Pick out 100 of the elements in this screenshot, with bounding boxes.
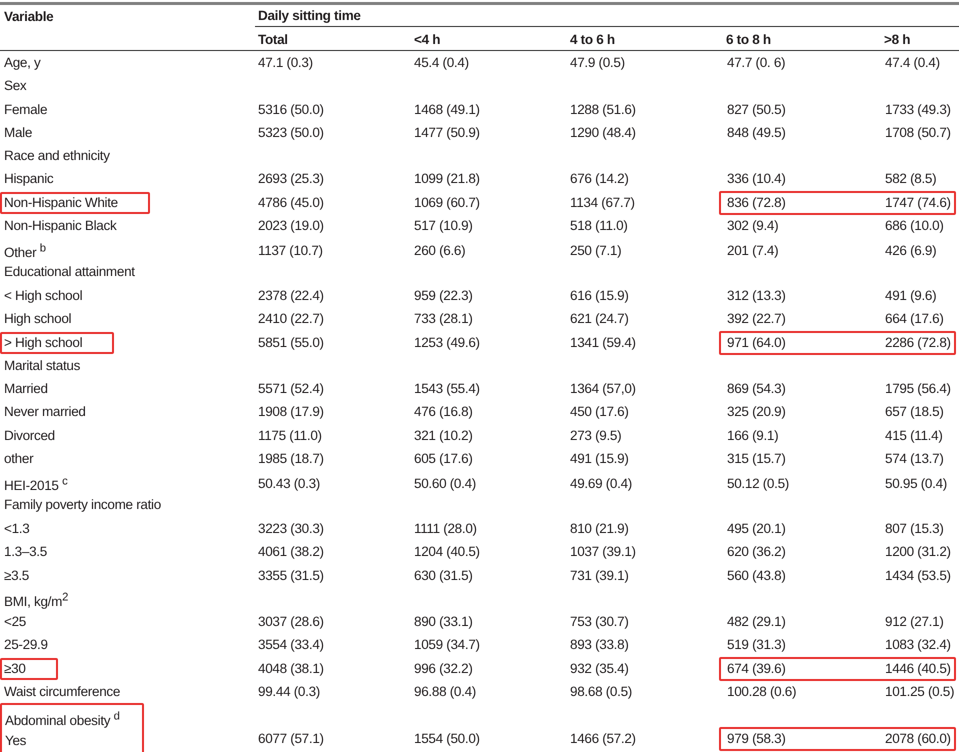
table-cell-text: 686 (10.0) <box>884 217 945 236</box>
table-cell-text: 1137 (10.7) <box>257 242 324 260</box>
row-label: Never married <box>3 403 87 422</box>
table-cell-text: 3355 (31.5) <box>257 566 325 585</box>
table-cell-text: 807 (15.3) <box>884 520 945 538</box>
table-cell-text: 1434 (53.5) <box>884 566 952 585</box>
table-cell-text: 518 (11.0) <box>569 217 629 236</box>
table-cell-text: 50.95 (0.4) <box>884 474 948 493</box>
table-cell-text: 2378 (22.4) <box>257 286 325 305</box>
table-cell-text: 415 (11.4) <box>884 426 944 445</box>
row-label: Female <box>3 100 48 119</box>
table-cell-text: 312 (13.3) <box>726 286 787 305</box>
table-cell-text: 491 (9.6) <box>884 286 938 305</box>
table-cell-text: 676 (14.2) <box>569 170 630 188</box>
row-label: HEI-2015 $^{c}$ <box>3 474 68 495</box>
table-cell-text: 3037 (28.6) <box>257 613 325 632</box>
row-label: High school <box>3 310 72 328</box>
table-cell-text: 96.88 (0.4) <box>413 683 477 702</box>
row-label: Sex <box>3 76 28 95</box>
table-cell-text: 450 (17.6) <box>569 403 630 422</box>
table-cell-text: 476 (16.8) <box>413 403 474 422</box>
row-label: Other $^{b}$ <box>3 241 47 262</box>
table-cell-text: 664 (17.6) <box>884 310 945 328</box>
table-cell-text: 321 (10.2) <box>413 426 474 445</box>
table-cell-text: 315 (15.7) <box>726 450 787 468</box>
table-cell-text: 733 (28.1) <box>413 310 474 328</box>
table-cell-text: 959 (22.3) <box>413 286 474 305</box>
table-cell-text: 893 (33.8) <box>569 636 630 654</box>
table-cell-text: 620 (36.2) <box>726 543 787 562</box>
column-header: Variable <box>3 9 54 26</box>
row-label: Family poverty income ratio <box>3 496 162 514</box>
table-cell-text: 2693 (25.3) <box>257 170 325 188</box>
table-cell-text: 1477 (50.9) <box>413 124 481 142</box>
table-cell-text: 1253 (49.6) <box>413 334 481 352</box>
row-label: < High school <box>3 286 84 305</box>
table-cell-text: 848 (49.5) <box>726 124 787 142</box>
table-cell-text: 836 (72.8) <box>726 194 787 212</box>
table-cell-text: 1204 (40.5) <box>413 543 481 562</box>
row-label: BMI, kg/m$^{2}$ <box>3 590 70 612</box>
table-cell-text: 98.68 (0.5) <box>569 683 633 702</box>
table-cell-text: 3223 (30.3) <box>257 520 325 538</box>
table-cell-text: 201 (7.4) <box>726 242 780 260</box>
table-cell-text: 574 (13.7) <box>884 450 945 468</box>
table-cell-text: 1554 (50.0) <box>413 730 481 748</box>
row-label: Abdominal obesity $^{d}$ <box>4 709 121 729</box>
table-cell-text: 3554 (33.4) <box>257 636 325 654</box>
table-cell-text: 1466 (57.2) <box>569 730 637 748</box>
table-cell-text: 260 (6.6) <box>413 242 466 260</box>
table-cell-text: 6077 (57.1) <box>257 730 325 748</box>
table-cell-text: 47.9 (0.5) <box>569 54 626 72</box>
table-cell-text: 482 (29.1) <box>726 613 787 632</box>
table-cell-text: 657 (18.5) <box>884 403 945 422</box>
table-cell-text: 273 (9.5) <box>569 426 622 445</box>
row-label: Divorced <box>3 426 56 445</box>
table-cell-text: 827 (50.5) <box>726 100 787 119</box>
table-cell-text: 47.1 (0.3) <box>257 54 314 72</box>
table-cell-text: 1083 (32.4) <box>884 636 952 654</box>
table-cell-text: 4048 (38.1) <box>257 660 325 678</box>
row-label: Married <box>3 380 49 398</box>
table-cell-text: 1795 (56.4) <box>884 380 952 398</box>
table-cell-text: 1364 (57,0) <box>569 380 637 398</box>
table-cell-text: 1341 (59.4) <box>569 334 637 352</box>
group-header: Daily sitting time <box>255 8 959 27</box>
table-cell-text: 560 (43.8) <box>726 566 787 585</box>
row-label: Yes <box>4 732 28 750</box>
table-cell-text: 996 (32.2) <box>413 660 474 678</box>
table-cell-text: 426 (6.9) <box>884 242 938 260</box>
table-cell-text: 250 (7.1) <box>569 242 622 260</box>
table-cell-text: 50.12 (0.5) <box>726 474 790 493</box>
table-cell-text: 1288 (51.6) <box>569 100 637 119</box>
table-cell-text: 100.28 (0.6) <box>726 683 798 702</box>
table-cell-text: 1747 (74.6) <box>884 194 952 212</box>
table-cell-text: 5316 (50.0) <box>257 100 325 119</box>
table-cell-text: 45.4 (0.4) <box>413 54 470 72</box>
table-cell-text: 1099 (21.8) <box>413 170 481 188</box>
row-label: other <box>3 450 34 468</box>
column-header: Total <box>257 32 289 49</box>
row-label: <25 <box>3 613 27 632</box>
table-cell-text: 49.69 (0.4) <box>569 474 633 493</box>
table-cell-text: 810 (21.9) <box>569 520 630 538</box>
table-cell-text: 1985 (18.7) <box>257 450 325 468</box>
table-cell-text: 519 (31.3) <box>726 636 787 654</box>
table-cell-text: 1290 (48.4) <box>569 124 637 142</box>
table-cell-text: 616 (15.9) <box>569 286 630 305</box>
table-cell-text: 1175 (11.0) <box>257 426 323 445</box>
table-cell-text: 5571 (52.4) <box>257 380 325 398</box>
table-cell-text: 99.44 (0.3) <box>257 683 321 702</box>
table-cell-text: 47.4 (0.4) <box>884 54 941 72</box>
table-cell-text: 1446 (40.5) <box>884 660 952 678</box>
table-cell-text: 50.43 (0.3) <box>257 474 321 493</box>
table-cell-text: 166 (9.1) <box>726 426 780 445</box>
row-label: ≥3.5 <box>3 566 30 585</box>
table-cell-text: 2023 (19.0) <box>257 217 325 236</box>
table-cell-text: 325 (20.9) <box>726 403 787 422</box>
table-cell-text: 2078 (60.0) <box>884 730 952 748</box>
table-cell-text: 2410 (22.7) <box>257 310 325 328</box>
table-cell-text: 1134 (67.7) <box>569 194 636 212</box>
table-cell-text: 1037 (39.1) <box>569 543 637 562</box>
row-label: Race and ethnicity <box>3 146 111 165</box>
table-cell-text: 47.7 (0. 6) <box>726 54 786 72</box>
